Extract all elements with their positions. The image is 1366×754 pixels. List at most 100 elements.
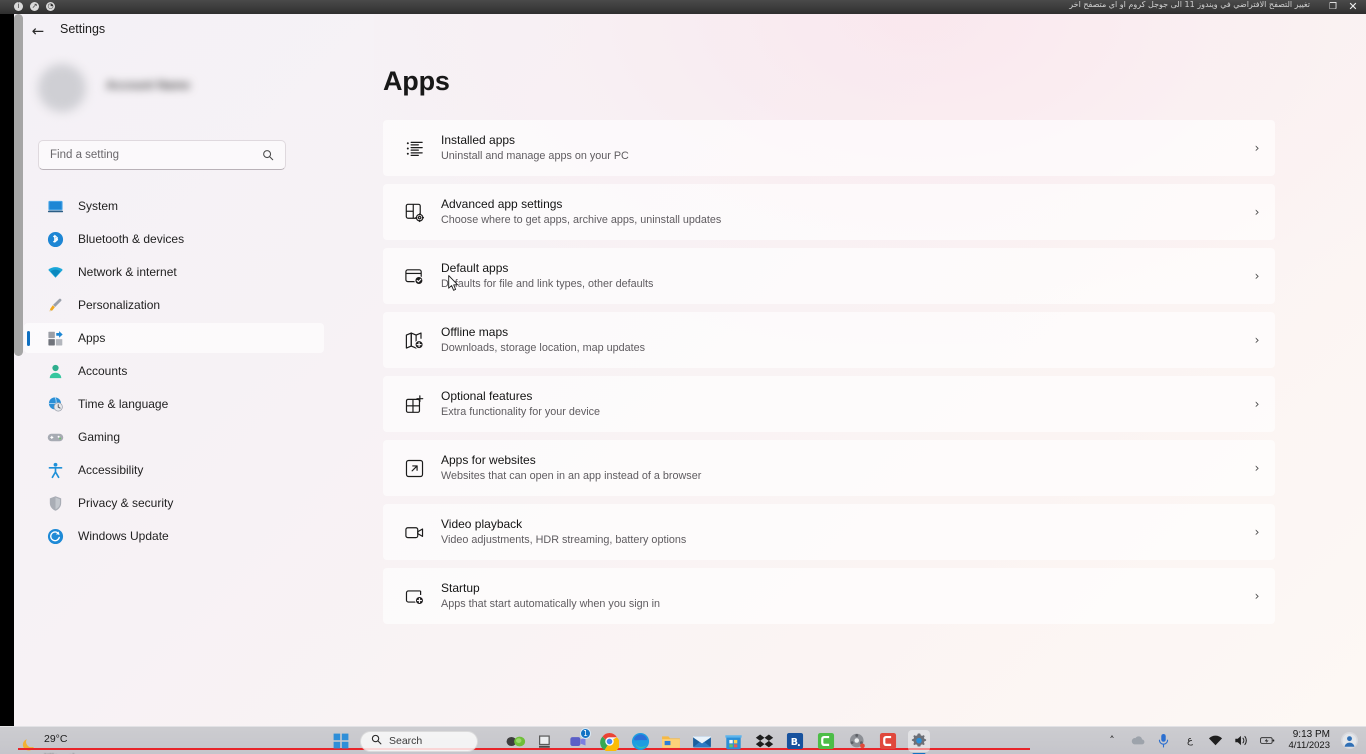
sidebar-item-label: Personalization — [78, 298, 161, 312]
clock[interactable]: 9:13 PM 4/11/2023 — [1288, 729, 1330, 751]
user-profile[interactable]: Account Name — [38, 62, 298, 116]
file-explorer-icon[interactable] — [660, 730, 682, 752]
sidebar-item-bluetooth[interactable]: Bluetooth & devices — [24, 224, 324, 254]
search-icon — [371, 732, 382, 750]
microsoft-store-icon[interactable] — [722, 730, 744, 752]
card-text: Apps for websites Websites that can open… — [441, 452, 1239, 484]
weather-text: 29°C صافي غالبًا — [44, 729, 82, 754]
back-button[interactable]: ← — [24, 19, 52, 43]
card-subtitle: Uninstall and manage apps on your PC — [441, 150, 629, 162]
search-icon — [262, 149, 274, 161]
chevron-right-icon: › — [1254, 525, 1260, 539]
card-subtitle: Extra functionality for your device — [441, 406, 601, 418]
volume-icon[interactable] — [1234, 733, 1249, 748]
card-default-apps[interactable]: Default apps Defaults for file and link … — [383, 248, 1275, 304]
google-chrome-icon[interactable] — [598, 730, 620, 752]
settings-window: ← Settings Account Name Find a setting S… — [14, 14, 1366, 726]
battery-icon[interactable] — [1260, 733, 1275, 748]
sidebar-item-gaming[interactable]: Gaming — [24, 422, 324, 452]
taskbar: 29°C صافي غالبًا Search — [0, 726, 1366, 754]
card-subtitle: Websites that can open in an app instead… — [441, 470, 702, 482]
installed-apps-icon — [402, 136, 426, 160]
chevron-right-icon: › — [1254, 141, 1260, 155]
sidebar-item-system[interactable]: System — [24, 191, 324, 221]
sidebar-item-network[interactable]: Network & internet — [24, 257, 324, 287]
microsoft-teams-icon[interactable]: 1 — [567, 728, 591, 752]
search-setting-box[interactable] — [38, 140, 286, 170]
taskbar-app-list: 1 B — [505, 728, 930, 752]
chevron-right-icon: › — [1254, 205, 1260, 219]
window-scrollbar[interactable] — [14, 14, 23, 356]
onedrive-icon[interactable] — [1130, 733, 1145, 748]
wifi-tray-icon[interactable] — [1208, 733, 1223, 748]
windows-start-icon[interactable] — [330, 730, 352, 752]
sidebar-item-time-language[interactable]: Time & language — [24, 389, 324, 419]
settings-card-list: Installed apps Uninstall and manage apps… — [383, 120, 1275, 632]
svg-text:B: B — [791, 737, 798, 748]
green-app-icon[interactable] — [815, 730, 837, 752]
card-subtitle: Choose where to get apps, archive apps, … — [441, 214, 722, 226]
card-title: Startup — [441, 581, 480, 595]
card-title: Default apps — [441, 261, 509, 275]
chevron-up-icon[interactable]: ˄ — [1104, 733, 1119, 748]
brush-icon — [46, 296, 64, 314]
card-text: Advanced app settings Choose where to ge… — [441, 196, 1239, 228]
sidebar-item-personalization[interactable]: Personalization — [24, 290, 324, 320]
card-title: Offline maps — [441, 325, 509, 339]
card-video-playback[interactable]: Video playback Video adjustments, HDR st… — [383, 504, 1275, 560]
account-icon — [46, 362, 64, 380]
dropbox-icon[interactable] — [753, 730, 775, 752]
card-startup[interactable]: Startup Apps that start automatically wh… — [383, 568, 1275, 624]
selection-indicator — [27, 331, 30, 346]
booking-icon[interactable]: B — [784, 730, 806, 752]
sidebar-item-accessibility[interactable]: Accessibility — [24, 455, 324, 485]
sidebar-item-privacy[interactable]: Privacy & security — [24, 488, 324, 518]
settings-icon[interactable] — [908, 730, 930, 752]
system-icon — [46, 197, 64, 215]
sidebar-item-apps[interactable]: Apps — [24, 323, 324, 353]
system-tray: ˄ ع 9:13 PM 4/11/2023 — [1104, 729, 1358, 751]
advanced-app-settings-icon — [402, 200, 426, 224]
card-title: Video playback — [441, 517, 523, 531]
card-text: Video playback Video adjustments, HDR st… — [441, 516, 1239, 548]
language-indicator[interactable]: ع — [1182, 733, 1197, 748]
card-subtitle: Defaults for file and link types, other … — [441, 278, 654, 290]
history-icon: ◔ — [46, 2, 55, 11]
camo-icon[interactable] — [505, 730, 527, 752]
microsoft-edge-icon[interactable] — [629, 730, 651, 752]
sidebar-item-label: Time & language — [78, 397, 169, 411]
card-installed-apps[interactable]: Installed apps Uninstall and manage apps… — [383, 120, 1275, 176]
media-player-icon[interactable] — [846, 730, 868, 752]
search-input[interactable] — [50, 149, 262, 161]
red-app-icon[interactable] — [877, 730, 899, 752]
notification-badge: 1 — [580, 728, 591, 739]
sidebar-item-label: Windows Update — [78, 529, 169, 543]
close-window-button[interactable]: ✕ — [1346, 1, 1360, 13]
update-icon — [46, 527, 64, 545]
restore-window-button[interactable]: ❐ — [1326, 1, 1340, 13]
card-text: Default apps Defaults for file and link … — [441, 260, 1239, 292]
page-title: Apps — [383, 66, 450, 96]
sidebar-item-label: Apps — [78, 331, 106, 345]
card-advanced-app-settings[interactable]: Advanced app settings Choose where to ge… — [383, 184, 1275, 240]
sidebar-item-label: Accounts — [78, 364, 128, 378]
card-offline-maps[interactable]: Offline maps Downloads, storage location… — [383, 312, 1275, 368]
card-optional-features[interactable]: Optional features Extra functionality fo… — [383, 376, 1275, 432]
microphone-icon[interactable] — [1156, 733, 1171, 748]
card-text: Startup Apps that start automatically wh… — [441, 580, 1239, 612]
task-view-icon[interactable] — [536, 730, 558, 752]
moon-icon — [22, 737, 37, 754]
sidebar-item-accounts[interactable]: Accounts — [24, 356, 324, 386]
settings-header: ← Settings — [14, 14, 1366, 48]
card-text: Optional features Extra functionality fo… — [441, 388, 1239, 420]
card-apps-for-websites[interactable]: Apps for websites Websites that can open… — [383, 440, 1275, 496]
sidebar-item-windows-update[interactable]: Windows Update — [24, 521, 324, 551]
user-avatar-icon[interactable] — [1341, 731, 1358, 749]
weather-temperature: 29°C — [44, 733, 68, 745]
mail-icon[interactable] — [691, 730, 713, 752]
sidebar-item-label: Bluetooth & devices — [78, 232, 185, 246]
taskbar-search-button[interactable]: Search — [360, 730, 478, 752]
weather-widget[interactable]: 29°C صافي غالبًا — [22, 729, 82, 754]
startup-icon — [402, 584, 426, 608]
video-playback-icon — [402, 520, 426, 544]
